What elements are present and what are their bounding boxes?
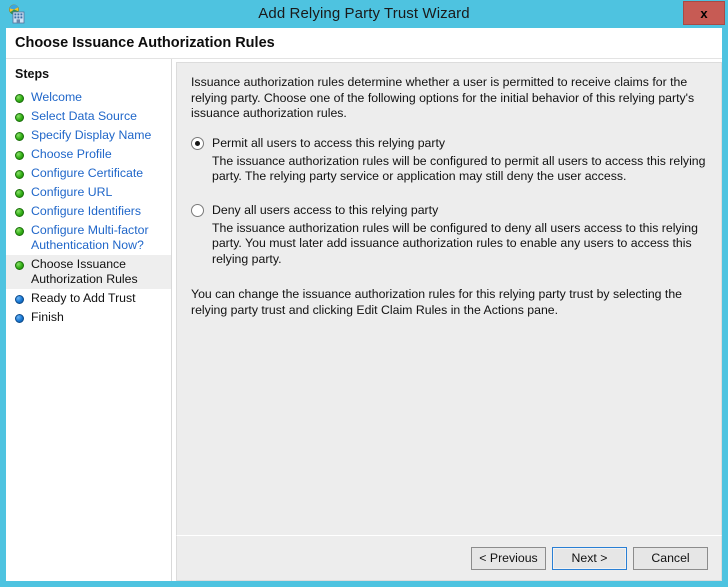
step-status-icon	[15, 151, 24, 160]
sidebar-item-label: Select Data Source	[31, 109, 137, 123]
radio-label: Deny all users access to this relying pa…	[212, 202, 439, 217]
sidebar-item-select-data-source[interactable]: Select Data Source	[6, 107, 171, 126]
radio-permit-description: The issuance authorization rules will be…	[212, 153, 706, 184]
wizard-window: Add Relying Party Trust Wizard x Choose …	[0, 0, 728, 587]
titlebar: Add Relying Party Trust Wizard x	[0, 0, 728, 28]
sidebar-item-specify-display-name[interactable]: Specify Display Name	[6, 126, 171, 145]
step-status-icon	[15, 295, 24, 304]
sidebar-item-choose-profile[interactable]: Choose Profile	[6, 145, 171, 164]
sidebar-item-label: Choose Issuance Authorization Rules	[31, 257, 138, 286]
sidebar-item-welcome[interactable]: Welcome	[6, 88, 171, 107]
step-status-icon	[15, 208, 24, 217]
page-header: Choose Issuance Authorization Rules	[6, 28, 722, 59]
radio-deny-all-users[interactable]: Deny all users access to this relying pa…	[191, 203, 707, 218]
sidebar-item-label: Configure URL	[31, 185, 113, 199]
button-bar: < Previous Next > Cancel	[176, 535, 722, 581]
step-status-icon	[15, 170, 24, 179]
note-text: You can change the issuance authorizatio…	[191, 287, 683, 317]
step-status-icon	[15, 227, 24, 236]
step-status-icon	[15, 94, 24, 103]
sidebar-item-label: Specify Display Name	[31, 128, 152, 142]
next-button[interactable]: Next >	[552, 546, 627, 570]
radio-button-icon[interactable]	[191, 136, 204, 150]
sidebar-item-label: Ready to Add Trust	[31, 291, 136, 305]
sidebar-item-configure-identifiers[interactable]: Configure Identifiers	[6, 202, 171, 221]
sidebar-item-label: Finish	[31, 310, 64, 324]
content-wrapper: Issuance authorization rules determine w…	[172, 59, 722, 581]
radio-permit-all-users[interactable]: Permit all users to access this relying …	[191, 136, 707, 151]
sidebar-item-label: Configure Identifiers	[31, 204, 142, 218]
sidebar-item-choose-issuance-authorization-rules[interactable]: Choose Issuance Authorization Rules	[6, 255, 171, 289]
radio-button-icon[interactable]	[191, 203, 204, 217]
steps-heading: Steps	[15, 67, 50, 81]
close-icon[interactable]: x	[683, 1, 725, 25]
page-title: Choose Issuance Authorization Rules	[15, 35, 275, 51]
intro-text: Issuance authorization rules determine w…	[191, 75, 695, 120]
step-status-icon	[15, 314, 24, 323]
content-panel: Issuance authorization rules determine w…	[176, 62, 722, 535]
body-row: Steps Welcome Select Data Source Specify…	[6, 59, 722, 581]
sidebar-item-configure-multi-factor-authentication-now[interactable]: Configure Multi-factor Authentication No…	[6, 221, 171, 255]
sidebar-item-ready-to-add-trust[interactable]: Ready to Add Trust	[6, 289, 171, 308]
cancel-button[interactable]: Cancel	[633, 546, 708, 570]
step-status-icon	[15, 261, 24, 270]
radio-deny-description: The issuance authorization rules will be…	[212, 220, 698, 266]
previous-button[interactable]: < Previous	[471, 546, 546, 570]
step-status-icon	[15, 189, 24, 198]
sidebar-item-label: Welcome	[31, 90, 83, 104]
sidebar-item-configure-url[interactable]: Configure URL	[6, 183, 171, 202]
sidebar-item-finish[interactable]: Finish	[6, 308, 171, 327]
step-status-icon	[15, 113, 24, 122]
sidebar-item-configure-certificate[interactable]: Configure Certificate	[6, 164, 171, 183]
adfs-relying-party-icon	[7, 4, 27, 24]
sidebar-item-label: Configure Certificate	[31, 166, 144, 180]
radio-label: Permit all users to access this relying …	[212, 135, 446, 150]
steps-sidebar: Steps Welcome Select Data Source Specify…	[6, 59, 172, 581]
sidebar-item-label: Choose Profile	[31, 147, 112, 161]
step-status-icon	[15, 132, 24, 141]
sidebar-item-label: Configure Multi-factor Authentication No…	[31, 223, 149, 252]
client-area: Choose Issuance Authorization Rules Step…	[6, 28, 722, 581]
window-title: Add Relying Party Trust Wizard	[258, 5, 470, 22]
